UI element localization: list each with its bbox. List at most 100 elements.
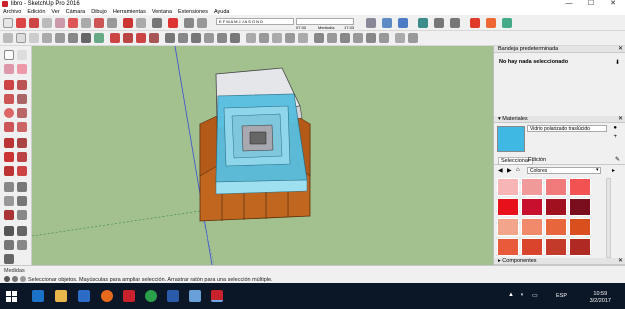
menu-ventana[interactable]: Ventana [152, 9, 172, 15]
red-edges-icon[interactable] [110, 33, 120, 43]
start-windows-icon[interactable] [6, 291, 17, 302]
pencil-icon[interactable] [29, 18, 39, 28]
maximize-button[interactable]: ☐ [582, 0, 600, 8]
rotate-icon[interactable] [81, 18, 91, 28]
3d-text-icon[interactable] [17, 210, 27, 220]
union-icon[interactable] [340, 33, 350, 43]
left-view-icon[interactable] [230, 33, 240, 43]
menu-ayuda[interactable]: Ayuda [214, 9, 230, 15]
rotated-rect-icon[interactable] [17, 94, 27, 104]
menu-extensiones[interactable]: Extensiones [178, 9, 208, 15]
material-swatch[interactable] [569, 178, 591, 196]
extension-warehouse-icon[interactable] [418, 18, 428, 28]
hidden-line-icon[interactable] [42, 33, 52, 43]
materials-pin-icon[interactable]: ✕ [618, 116, 623, 123]
wireframe-icon[interactable] [29, 33, 39, 43]
drape-icon[interactable] [272, 33, 282, 43]
paint-bucket-icon[interactable] [168, 18, 178, 28]
acrobat-icon[interactable] [123, 290, 135, 302]
menu-archivo[interactable]: Archivo [3, 9, 21, 15]
circle-tool-icon[interactable] [4, 108, 14, 118]
rectangle-icon[interactable] [42, 18, 52, 28]
subtract-icon[interactable] [353, 33, 363, 43]
material-swatch[interactable] [569, 218, 591, 236]
edge-browser-icon[interactable] [32, 290, 44, 302]
battery-icon[interactable]: ▭ [532, 292, 538, 299]
scale-tool-icon[interactable] [4, 166, 14, 176]
language-indicator[interactable]: ESP [556, 293, 567, 299]
stamp-icon[interactable] [259, 33, 269, 43]
tape-tool-icon[interactable] [4, 182, 14, 192]
create-material-icon[interactable]: + [613, 134, 617, 140]
shadow-time-slider[interactable] [296, 18, 354, 25]
freehand-tool-icon[interactable] [17, 80, 27, 90]
zoom-extents-icon[interactable] [4, 254, 14, 264]
material-swatch[interactable] [521, 238, 543, 256]
network-icon[interactable]: ▲ [508, 292, 514, 298]
move-icon[interactable] [68, 18, 78, 28]
smoove-icon[interactable] [408, 33, 418, 43]
material-swatch[interactable] [545, 178, 567, 196]
scene-canvas[interactable] [32, 46, 493, 265]
zoom-window-icon[interactable] [17, 240, 27, 250]
model-viewport[interactable] [32, 46, 493, 265]
monochrome-icon[interactable] [81, 33, 91, 43]
arc-tool-icon[interactable] [4, 122, 14, 132]
tape-measure-icon[interactable] [152, 18, 162, 28]
offset-icon[interactable] [107, 18, 117, 28]
home-icon[interactable]: ⌂ [516, 167, 520, 173]
material-swatch[interactable] [497, 178, 519, 196]
material-swatch[interactable] [521, 198, 543, 216]
depth-cue-icon[interactable] [136, 33, 146, 43]
components-header[interactable]: ▸ Componentes ✕ [494, 258, 625, 265]
current-material-swatch[interactable] [497, 126, 525, 152]
tab-edit[interactable]: Edición [528, 157, 546, 163]
library-dropdown-icon[interactable]: ▾ [596, 167, 599, 173]
line-tool-icon[interactable] [4, 80, 14, 90]
word-icon[interactable] [167, 290, 179, 302]
orbit-icon[interactable] [184, 18, 194, 28]
menu-ver[interactable]: Ver [51, 9, 59, 15]
back-view-icon[interactable] [217, 33, 227, 43]
menu-edicion[interactable]: Edición [27, 9, 45, 15]
close-button[interactable]: ✕ [604, 0, 622, 8]
eraser-tool-icon[interactable] [17, 64, 27, 74]
material-swatch[interactable] [497, 238, 519, 256]
dimension-tool-icon[interactable] [17, 182, 27, 192]
material-name-field[interactable]: Vidrio polarizado traslúcido [527, 125, 607, 132]
paint-icon[interactable] [4, 64, 14, 74]
sample-paint-icon[interactable]: ● [613, 125, 617, 131]
trim-icon[interactable] [366, 33, 376, 43]
help-icon[interactable] [20, 276, 26, 282]
offset-tool-icon[interactable] [17, 166, 27, 176]
profile-icon[interactable] [123, 33, 133, 43]
minimize-button[interactable]: — [560, 0, 578, 8]
back-arrow-icon[interactable]: ◀ [498, 167, 503, 174]
ruby-console-icon[interactable] [470, 18, 480, 28]
material-swatch[interactable] [497, 218, 519, 236]
credits-icon[interactable] [12, 276, 18, 282]
pie-tool-icon[interactable] [17, 122, 27, 132]
material-swatch[interactable] [545, 238, 567, 256]
sketchup-taskbar-icon[interactable] [211, 290, 223, 302]
make-component-icon[interactable] [17, 50, 27, 60]
scale-icon[interactable] [94, 18, 104, 28]
swatch-scrollbar[interactable] [606, 178, 611, 258]
follow-me-icon[interactable] [17, 152, 27, 162]
geolocation-icon[interactable] [4, 276, 10, 282]
firefox-icon[interactable] [101, 290, 113, 302]
text-tool-icon[interactable] [17, 196, 27, 206]
get-models-icon[interactable] [450, 18, 460, 28]
material-swatch[interactable] [521, 218, 543, 236]
push-pull-icon[interactable] [55, 18, 65, 28]
material-swatch[interactable] [569, 238, 591, 256]
shaded-icon[interactable] [55, 33, 65, 43]
shadows-icon[interactable] [94, 33, 104, 43]
share-model-icon[interactable] [434, 18, 444, 28]
iso-view-icon[interactable] [165, 33, 175, 43]
style-builder-icon[interactable] [502, 18, 512, 28]
volume-icon[interactable]: ◖ [520, 292, 524, 298]
components-pin-icon[interactable]: ✕ [618, 258, 623, 265]
warehouse-icon[interactable] [398, 18, 408, 28]
flip-edge-icon[interactable] [298, 33, 308, 43]
